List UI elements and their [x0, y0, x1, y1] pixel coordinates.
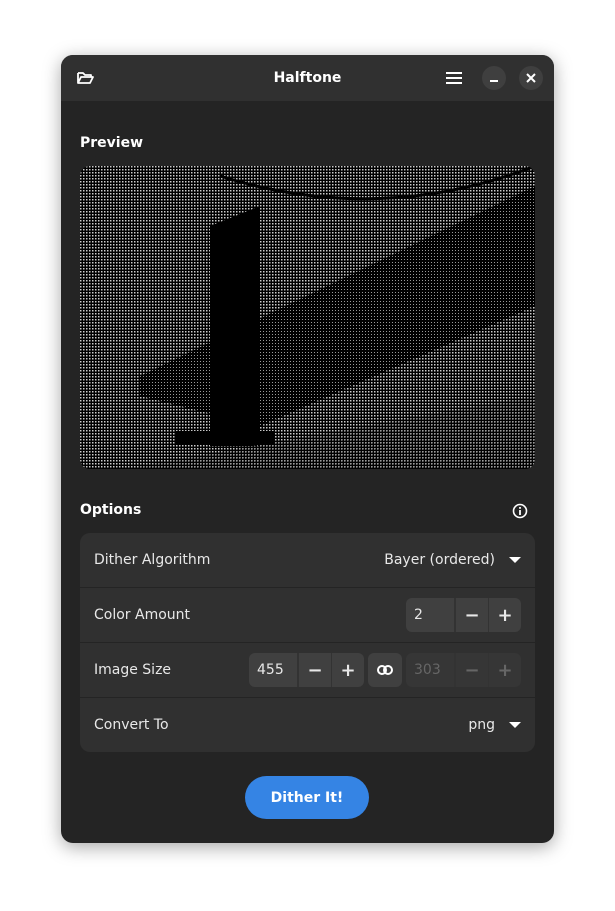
image-size-label: Image Size: [94, 662, 172, 678]
plus-icon[interactable]: +: [331, 653, 364, 687]
chevron-down-icon: [509, 722, 521, 728]
info-icon[interactable]: [508, 499, 532, 523]
chevron-down-icon: [509, 557, 521, 563]
hamburger-menu-icon[interactable]: [442, 66, 466, 90]
options-list: Dither Algorithm Bayer (ordered) Color A…: [80, 533, 535, 752]
width-input[interactable]: 455: [249, 653, 298, 687]
options-heading: Options: [80, 502, 142, 518]
dither-button[interactable]: Dither It!: [245, 776, 369, 819]
minus-icon[interactable]: −: [455, 598, 488, 632]
convert-to-label: Convert To: [94, 717, 169, 733]
color-amount-stepper[interactable]: 2 − +: [406, 598, 521, 632]
app-window: Halftone Preview Options Dither Algorith…: [61, 55, 554, 843]
convert-to-dropdown[interactable]: png: [468, 717, 521, 733]
dither-algorithm-label: Dither Algorithm: [94, 552, 211, 568]
plus-icon[interactable]: +: [488, 598, 521, 632]
minus-icon: −: [455, 653, 488, 687]
height-stepper: 303 − +: [406, 653, 521, 687]
width-stepper[interactable]: 455 − +: [249, 653, 364, 687]
image-size-row: Image Size 455 − + 303 − +: [80, 643, 535, 698]
preview-image: [80, 166, 535, 469]
minus-icon[interactable]: −: [298, 653, 331, 687]
link-aspect-ratio-button[interactable]: [368, 653, 402, 687]
convert-to-value: png: [468, 717, 495, 733]
minimize-icon[interactable]: [482, 66, 506, 90]
color-amount-label: Color Amount: [94, 607, 191, 623]
header-bar: Halftone: [61, 55, 554, 101]
color-amount-row: Color Amount 2 − +: [80, 588, 535, 643]
window-title: Halftone: [273, 70, 342, 86]
dither-algorithm-dropdown[interactable]: Bayer (ordered): [384, 552, 521, 568]
close-icon[interactable]: [519, 66, 543, 90]
dither-algorithm-value: Bayer (ordered): [384, 552, 495, 568]
preview-heading: Preview: [80, 135, 144, 151]
color-amount-input[interactable]: 2: [406, 598, 455, 632]
height-input: 303: [406, 653, 455, 687]
dither-algorithm-row[interactable]: Dither Algorithm Bayer (ordered): [80, 533, 535, 588]
link-icon: [377, 665, 393, 675]
convert-to-row[interactable]: Convert To png: [80, 698, 535, 752]
plus-icon: +: [488, 653, 521, 687]
